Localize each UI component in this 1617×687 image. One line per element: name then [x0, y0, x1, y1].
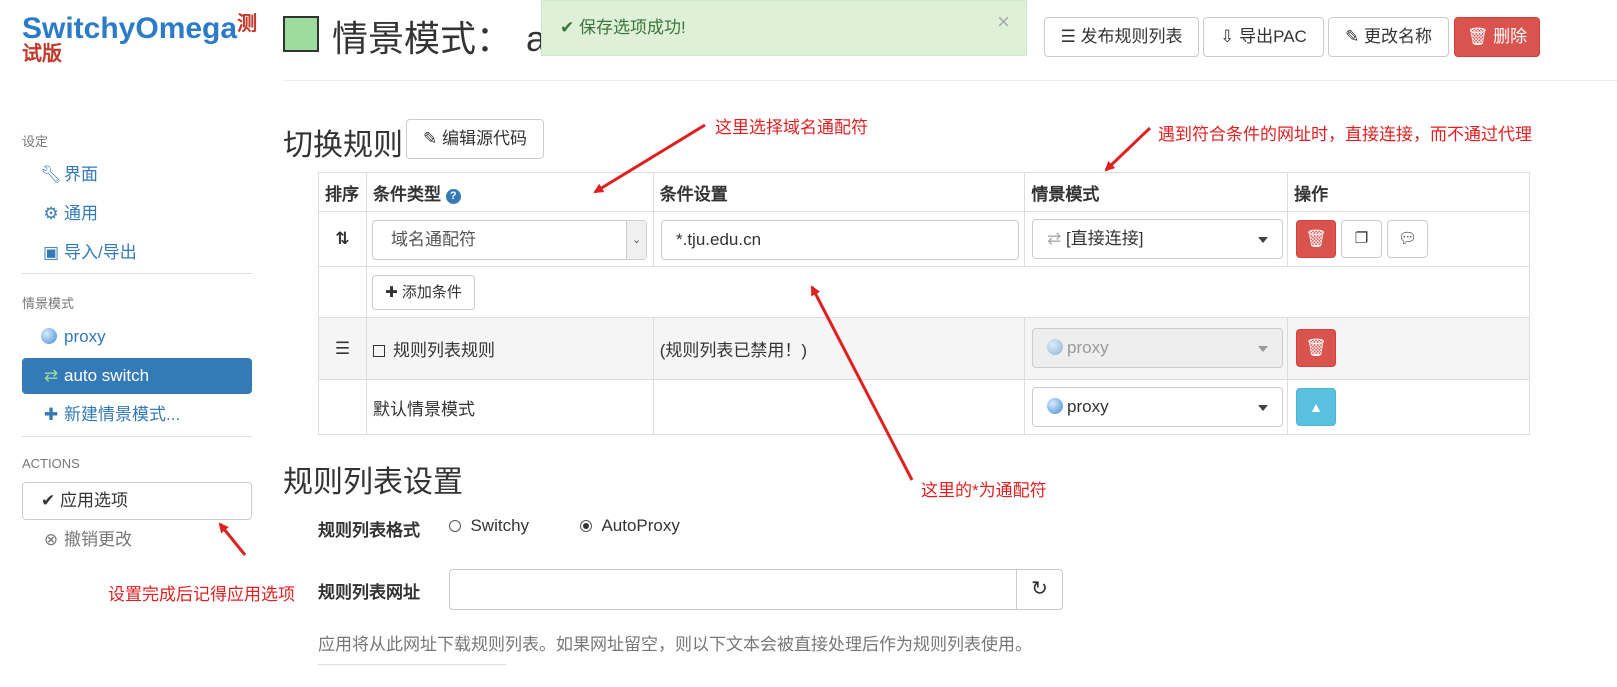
annotation-direct-connect: 遇到符合条件的网址时，直接连接，而不通过代理: [1158, 125, 1532, 144]
annotation-domain-wildcard: 这里选择域名通配符: [715, 118, 868, 137]
annotation-apply-reminder: 设置完成后记得应用选项: [108, 585, 295, 604]
arrow-direct-connect: [1104, 126, 1152, 172]
annotation-star-wildcard: 这里的*为通配符: [921, 481, 1047, 500]
arrow-apply-reminder: [218, 522, 247, 556]
arrow-star-wildcard: [810, 285, 914, 481]
arrow-domain-wildcard: [593, 123, 706, 194]
